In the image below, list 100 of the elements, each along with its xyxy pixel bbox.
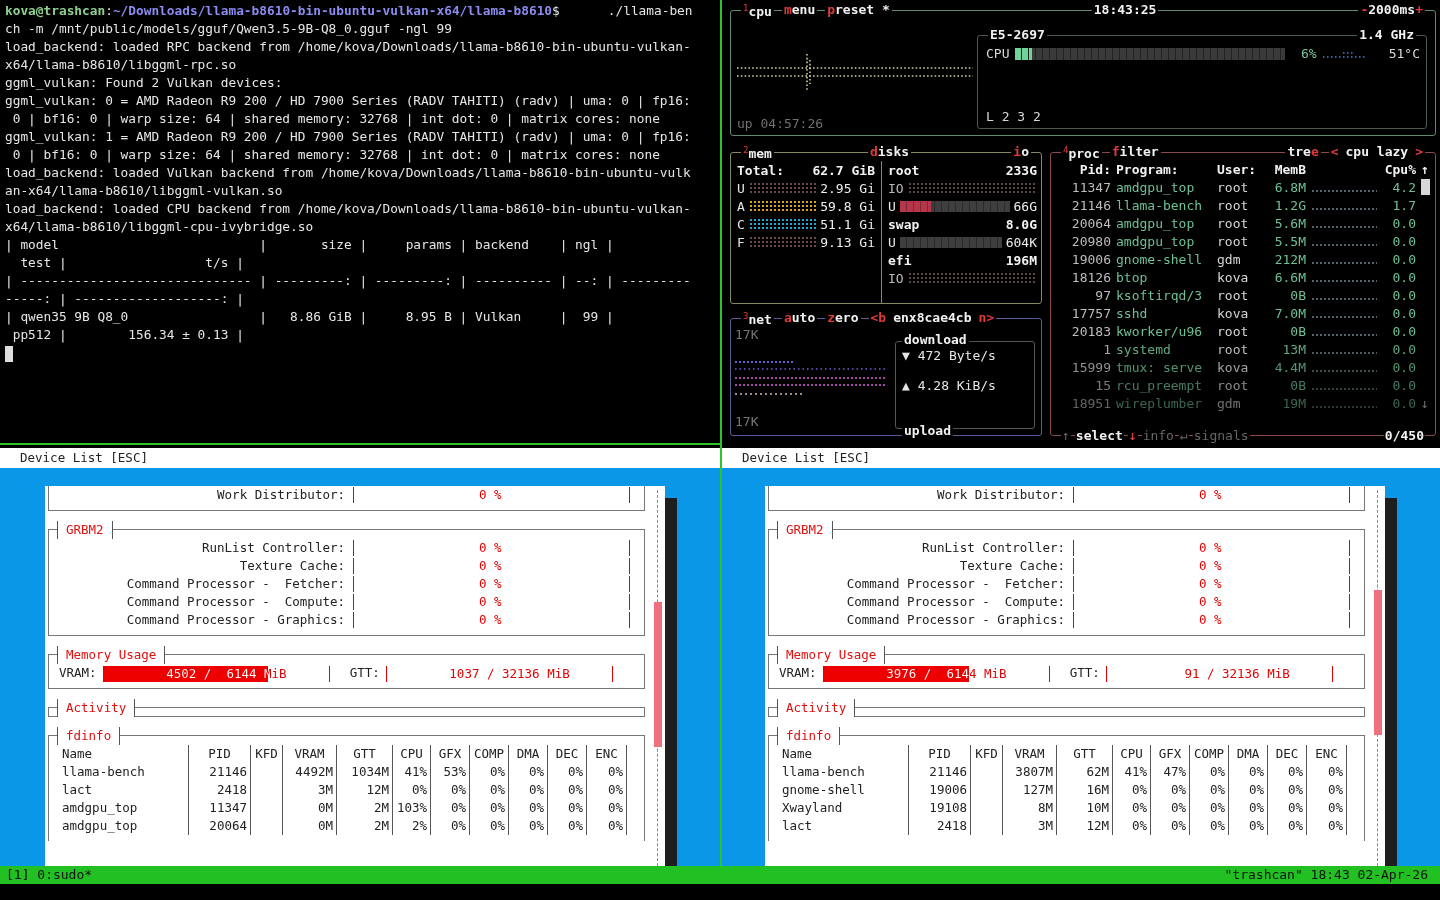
counter-label: Command Processor - Compute: [125,593,345,611]
scroll-down-icon[interactable]: ↓ [1421,395,1433,413]
upload-rate: ▲ 4.28 KiB/s [902,377,997,395]
cpu-sparkline [1311,189,1377,193]
counter-label: Command Processor - Fetcher: [125,575,345,593]
prompt-line: kova@trashcan:~/Downloads/llama-b8610-bin-ubuntu-vulkan-x64/llama-b8610$ ./llama-ben [5,2,694,20]
section-title: GRBM2 [57,521,113,539]
column-header: GTT [1057,745,1113,763]
panel-tab[interactable]: disks [867,143,912,161]
process-user: kova [1217,359,1250,377]
terminal-line: | model | size | params | backend | ngl | [5,236,615,254]
table-cell: 0% [470,817,509,835]
disk-used: 604K [1005,234,1037,250]
gauge-value: 0 % [1199,593,1222,611]
column-header[interactable]: Program: [1116,161,1212,179]
table-cell: amdgpu_top [59,799,189,817]
process-user: root [1217,287,1250,305]
process-name: gnome-shell [1116,251,1204,269]
terminal-line: test | t/s | [19,254,245,272]
column-header: CPU [393,745,431,763]
column-header: DEC [1268,745,1307,763]
column-header[interactable]: Pid: [1057,161,1111,179]
process-memory: 4.4M [1273,359,1306,377]
table-cell: 0% [431,817,470,835]
column-header: COMP [1190,745,1229,763]
table-cell: 0% [587,817,627,835]
device-list-link[interactable]: Device List [ESC] [722,448,1440,468]
process-pid: 20064 [1070,215,1111,233]
sort-selector[interactable]: < cpu lazy > [1328,143,1425,161]
device-list-link[interactable]: Device List [ESC] [0,448,720,468]
process-pid: 11347 [1070,179,1111,197]
download-label: download [902,332,969,347]
gauge-value: 0 % [479,486,502,504]
column-header[interactable]: User: [1217,161,1261,179]
memory-value: 51.1 Gi [820,216,875,232]
counter-label: Command Processor - Graphics: [125,611,345,629]
process-user: kova [1217,269,1250,287]
table-cell: 0% [1268,763,1307,781]
column-header: KFD [251,745,283,763]
table-cell: lact [779,817,909,835]
process-pid: 17757 [1070,305,1111,323]
counter-label: Command Processor - Fetcher: [845,575,1065,593]
process-memory: 6.8M [1273,179,1306,197]
column-header: VRAM [1003,745,1057,763]
memory-total: 62.7 GiB [812,162,875,178]
process-pid: 15999 [1070,359,1111,377]
column-header: Name [59,745,189,763]
section-title: Activity [57,699,136,717]
table-cell: lact [59,781,189,799]
table-cell: 62M [1057,763,1113,781]
io-label: IO [888,180,904,196]
column-header[interactable]: MemB [1266,161,1306,179]
memory-label: A [737,198,745,214]
table-cell: 2M [337,799,393,817]
process-pid: 15 [1094,377,1111,395]
counter-label: RunList Controller: [201,539,345,557]
table-cell: 0% [1268,799,1307,817]
table-cell: 3M [1003,817,1057,835]
table-cell: 0% [548,781,587,799]
terminal-line: | ------------------------------ | ---------: | ---------: | ---------- | --: | --------- [5,272,692,290]
download-rate: ▼ 472 Byte/s [902,347,997,365]
table-cell: 0M [283,799,337,817]
process-cpu: 0.0 [1391,323,1416,341]
scrollbar-thumb[interactable] [1421,179,1430,195]
table-cell: 0% [1229,763,1268,781]
table-cell: 11347 [189,799,251,817]
column-header: GTT [337,745,393,763]
column-header: KFD [971,745,1003,763]
table-cell: 2M [337,817,393,835]
table-cell: 8M [1003,799,1057,817]
terminal-line: load_backend: loaded RPC backend from /home/kova/Downloads/llama-b8610-bin-ubuntu-vulkan- [5,38,692,56]
table-cell: 0% [1268,781,1307,799]
session-name[interactable]: [1] 0:sudo* [6,866,93,884]
table-cell: 0% [587,781,627,799]
scrollbar-thumb[interactable] [1374,590,1382,735]
terminal-line: -----: | -------------------: | [5,290,245,308]
terminal-line: load_backend: loaded CPU backend from /home/kova/Downloads/llama-b8610-bin-ubuntu-vulkan- [5,200,692,218]
table-cell: 0% [1151,817,1190,835]
scrollbar-thumb[interactable] [654,602,662,747]
gauge-value: 0 % [1199,611,1222,629]
process-cpu: 0.0 [1391,359,1416,377]
table-cell: 1034M [337,763,393,781]
table-cell: 0% [1190,799,1229,817]
column-header: GFX [431,745,470,763]
table-cell: 12M [1057,817,1113,835]
table-cell: 0% [1229,817,1268,835]
process-memory: 7.0M [1273,305,1306,323]
column-header[interactable]: Cpu% [1382,161,1416,179]
table-cell: 0% [393,781,431,799]
gauge-value: 0 % [479,575,502,593]
process-pid: 18126 [1070,269,1111,287]
process-name: systemd [1116,341,1172,359]
process-cpu: 0.0 [1391,287,1416,305]
signals-button[interactable]: signals [1192,427,1250,445]
cpu-sparkline [1311,207,1377,211]
table-cell: 53% [431,763,470,781]
column-header: ENC [587,745,627,763]
process-memory: 13M [1281,341,1306,359]
column-header: DEC [548,745,587,763]
process-name: tmux: serve [1116,359,1204,377]
